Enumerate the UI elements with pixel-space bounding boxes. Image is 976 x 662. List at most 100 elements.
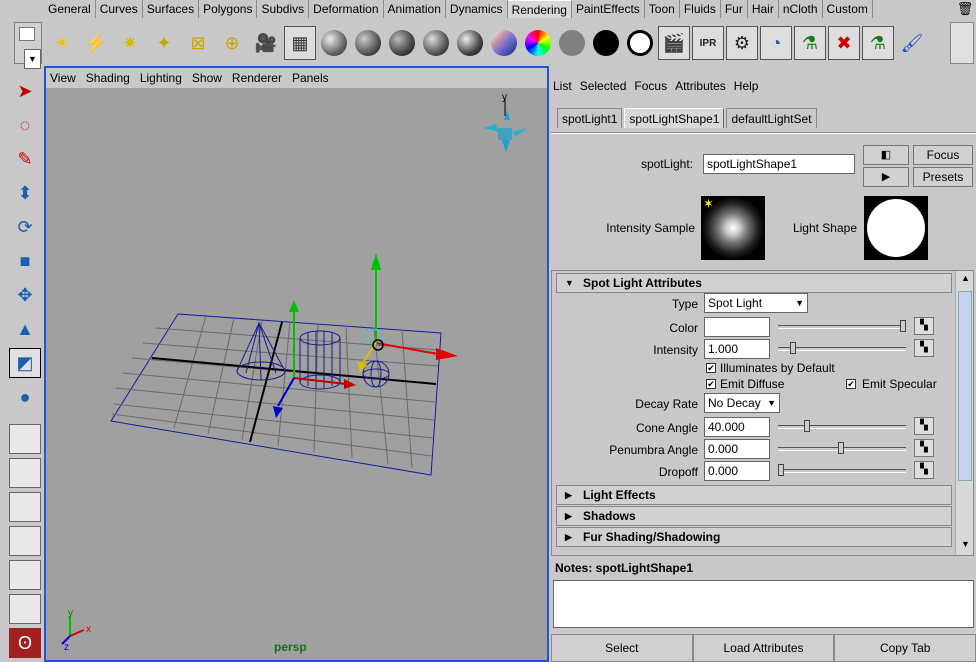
ae-tab-spotlightshape1[interactable]: spotLightShape1 [624,108,725,128]
color-slider[interactable] [778,320,906,332]
output-node-icon[interactable]: ▶ [863,167,909,187]
intensity-slider[interactable] [778,342,906,354]
universal-manip-icon[interactable]: ✥ [9,280,41,310]
shelf-tab-hair[interactable]: Hair [747,0,779,18]
lasso-tool-icon[interactable]: ◌ [9,110,41,140]
shadows-frame[interactable]: ▶ Shadows [556,506,952,526]
shelf-tab-deformation[interactable]: Deformation [309,0,384,18]
material-sphere-1-icon[interactable] [318,26,350,60]
perspective-canvas[interactable]: y y x z persp [46,88,547,660]
ae-menu-help[interactable]: Help [734,74,759,98]
ae-menu-list[interactable]: List [553,74,572,98]
ipr-render-icon[interactable]: IPR [692,26,724,60]
collapse-arrow-icon[interactable]: ▼ [565,274,574,292]
expand-arrow-icon[interactable]: ▶ [565,486,572,504]
ambient-light-icon[interactable]: ☀ [46,26,78,60]
penumbra-angle-slider[interactable] [778,442,906,454]
last-tool-icon[interactable]: ● [9,382,41,412]
dropoff-slider[interactable] [778,464,906,476]
dropoff-field[interactable]: 0.000 [704,461,770,481]
point-light-icon[interactable]: ✷ [114,26,146,60]
light-type-dropdown[interactable]: Spot Light ▼ [704,293,808,313]
shelf-tab-toon[interactable]: Toon [644,0,680,18]
penumbra-angle-slider-knob[interactable] [838,442,844,454]
shelf-tab-custom[interactable]: Custom [822,0,873,18]
color-swatch[interactable] [704,317,770,337]
batch-render-icon[interactable]: ⚗ [794,26,826,60]
layout-hypergraph-persp-icon[interactable] [9,560,41,590]
gray-sphere-icon[interactable] [556,26,588,60]
copy-tab-button[interactable]: Copy Tab [834,634,976,662]
material-sphere-5-icon[interactable] [454,26,486,60]
ae-menu-selected[interactable]: Selected [580,74,627,98]
cancel-batch-render-icon[interactable]: ✖ [828,26,860,60]
cone-angle-map-button-icon[interactable]: ▚ [914,417,934,435]
shelf-tab-subdivs[interactable]: Subdivs [257,0,310,18]
select-button[interactable]: Select [551,634,693,662]
show-batch-render-icon[interactable]: ⚗ [862,26,894,60]
color-slider-knob[interactable] [900,320,906,332]
shelf-tab-general[interactable]: General [44,0,96,18]
volume-light-icon[interactable]: ⊕ [216,26,248,60]
light-effects-frame[interactable]: ▶ Light Effects [556,485,952,505]
show-manip-tool-icon[interactable]: ◩ [9,348,41,378]
material-sphere-2-icon[interactable] [352,26,384,60]
penumbra-angle-map-button-icon[interactable]: ▚ [914,439,934,457]
black-sphere-icon[interactable] [590,26,622,60]
viewport-menu-renderer[interactable]: Renderer [232,68,282,88]
shelf-tab-fur[interactable]: Fur [720,0,748,18]
focus-node-icon[interactable]: ◧ [863,145,909,165]
shelf-tab-dynamics[interactable]: Dynamics [445,0,508,18]
node-name-field[interactable]: spotLightShape1 [703,154,855,174]
render-settings-icon[interactable]: ⚙ [726,26,758,60]
render-view-icon[interactable]: ◔ [760,26,792,60]
viewport-menu-view[interactable]: View [50,68,76,88]
dropoff-slider-knob[interactable] [778,464,784,476]
dropoff-map-button-icon[interactable]: ▚ [914,461,934,479]
ramp-sphere-icon[interactable] [522,26,554,60]
paint-brush-icon[interactable]: 🖌 [896,26,928,60]
ae-menu-attributes[interactable]: Attributes [675,74,726,98]
shelf-options-icon[interactable] [19,27,35,41]
layout-graph-persp-icon[interactable] [9,526,41,556]
shelf-menu-arrow-icon[interactable]: ▼ [24,49,41,69]
directional-light-icon[interactable]: ⚡ [80,26,112,60]
select-tool-icon[interactable]: ➤ [9,76,41,106]
layout-outliner-persp-icon[interactable] [9,492,41,522]
attribute-scroll-panel[interactable]: ▼ Spot Light Attributes Type Spot Light … [551,270,974,556]
expand-arrow-icon[interactable]: ▶ [565,507,572,525]
viewport-menu-show[interactable]: Show [192,68,222,88]
presets-button[interactable]: Presets [913,167,973,187]
illuminates-default-checkbox[interactable]: ✔ [706,363,716,373]
layout-outliner-graph-icon[interactable] [9,594,41,624]
rotate-tool-icon[interactable]: ⟳ [9,212,41,242]
layout-single-pane-icon[interactable] [9,424,41,454]
viewport-menu-panels[interactable]: Panels [292,68,329,88]
penumbra-angle-field[interactable]: 0.000 [704,439,770,459]
cone-angle-slider-knob[interactable] [804,420,810,432]
white-circle-icon[interactable] [624,26,656,60]
anisotropic-sphere-icon[interactable] [488,26,520,60]
expand-arrow-icon[interactable]: ▶ [565,528,572,546]
scroll-up-icon[interactable]: ▲ [961,273,970,283]
decay-rate-dropdown[interactable]: No Decay ▼ [704,393,780,413]
viewport-panel[interactable]: View Shading Lighting Show Renderer Panels [44,66,549,662]
material-sphere-4-icon[interactable] [420,26,452,60]
fur-shading-frame[interactable]: ▶ Fur Shading/Shadowing [556,527,952,547]
shelf-tab-surfaces[interactable]: Surfaces [142,0,200,18]
paint-select-tool-icon[interactable]: ✎ [9,144,41,174]
scroll-down-icon[interactable]: ▼ [961,539,970,549]
color-map-button-icon[interactable]: ▚ [914,317,934,335]
shelf-tab-fluids[interactable]: Fluids [679,0,721,18]
scale-tool-icon[interactable]: ■ [9,246,41,276]
viewport-menu-lighting[interactable]: Lighting [140,68,182,88]
notes-textarea[interactable] [553,580,974,628]
shelf-tab-polygons[interactable]: Polygons [199,0,258,18]
hypershade-icon[interactable]: ▦ [284,26,316,60]
soft-mod-tool-icon[interactable]: ▲ [9,314,41,344]
emit-diffuse-checkbox[interactable]: ✔ [706,379,716,389]
viewport-menu-shading[interactable]: Shading [86,68,130,88]
shelf-tab-rendering[interactable]: Rendering [507,0,572,18]
shelf-menu[interactable]: ▼ [14,22,42,69]
shelf-tab-animation[interactable]: Animation [383,0,446,18]
